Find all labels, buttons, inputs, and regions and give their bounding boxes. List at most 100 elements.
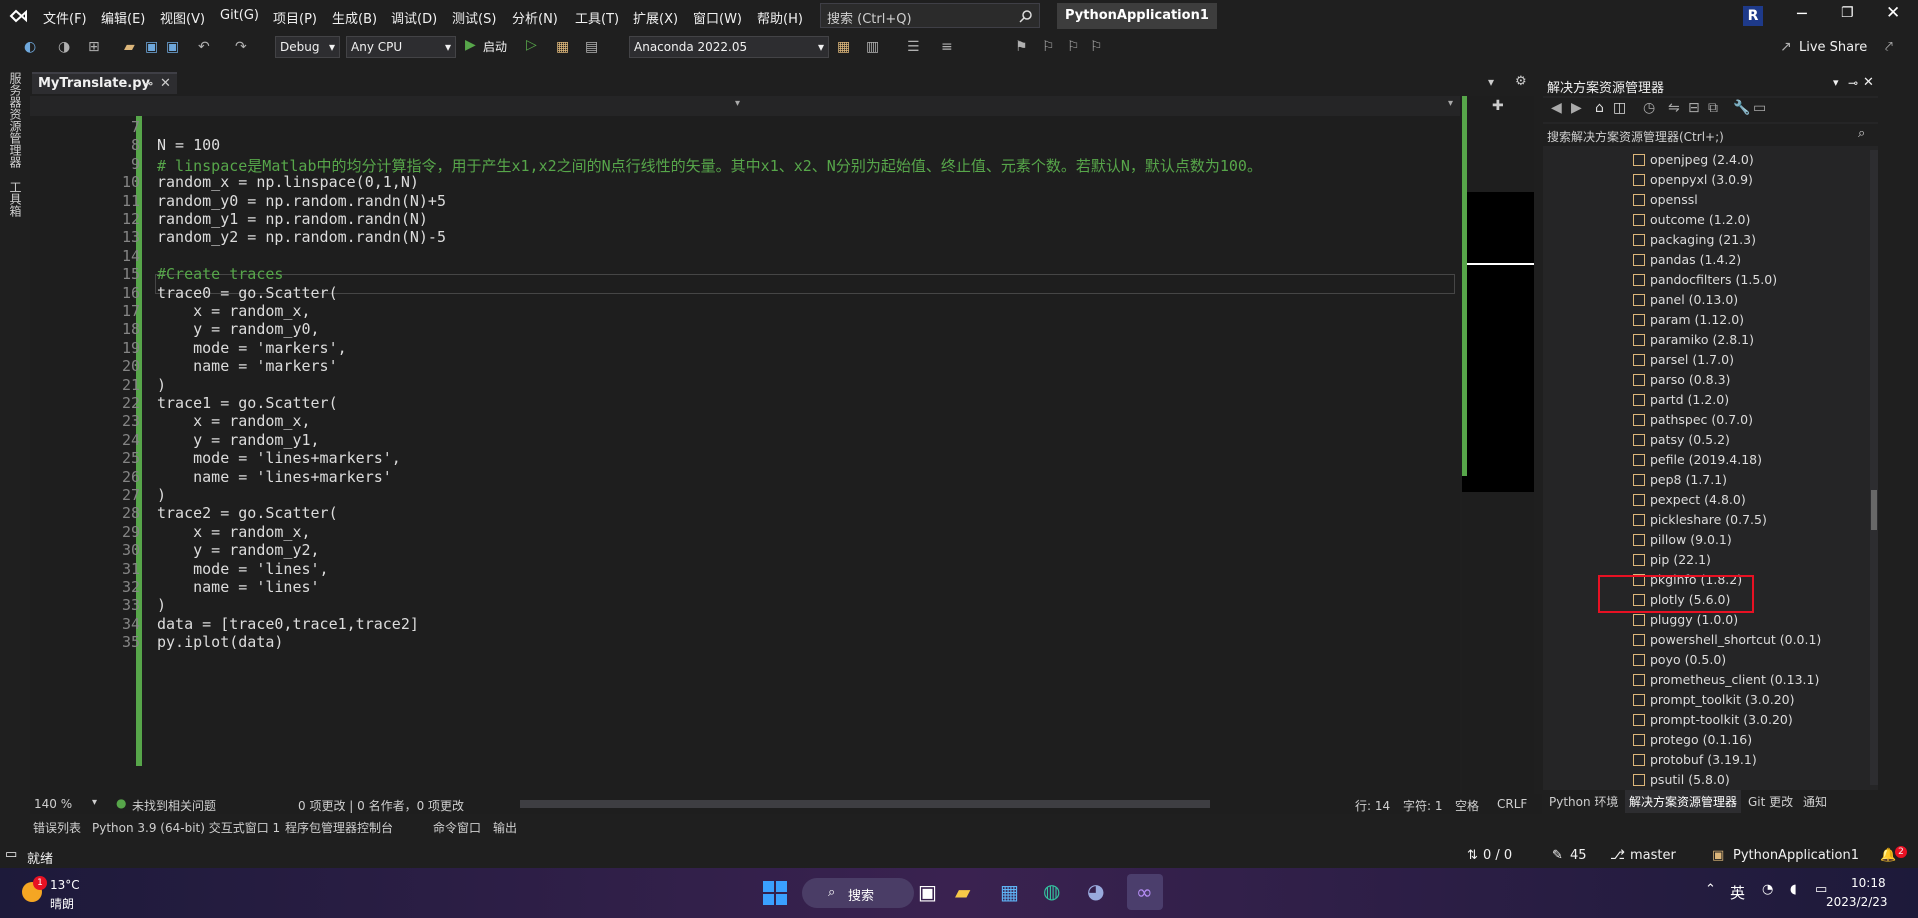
package-item[interactable]: powershell_shortcut (0.0.1) xyxy=(1650,632,1821,647)
tab-command-window[interactable]: 命令窗口 xyxy=(433,819,481,836)
back-icon[interactable]: ◐ xyxy=(24,39,36,55)
tab-overflow-icon[interactable]: ▾ xyxy=(1488,75,1494,89)
code-line[interactable]: random_y0 = np.random.randn(N)+5 xyxy=(157,192,446,210)
code-line[interactable]: mode = 'markers', xyxy=(157,339,347,357)
code-line[interactable]: x = random_x, xyxy=(157,412,310,430)
package-item[interactable]: pexpect (4.8.0) xyxy=(1650,492,1746,507)
package-item[interactable]: openssl xyxy=(1650,192,1698,207)
sync-icon[interactable]: ⇋ xyxy=(1668,100,1680,116)
ime-indicator[interactable]: 英 xyxy=(1730,882,1745,903)
tray-chevron-icon[interactable]: ⌃ xyxy=(1705,882,1716,897)
visual-studio-logo-icon[interactable] xyxy=(9,7,29,25)
package-item[interactable]: panel (0.13.0) xyxy=(1650,292,1738,307)
tab-git-changes[interactable]: Git 更改 xyxy=(1748,793,1793,810)
tab-python-env[interactable]: Python 环境 xyxy=(1549,793,1618,810)
changes-status[interactable]: 0 项更改 | 0 名作者，0 项更改 xyxy=(298,797,464,814)
store-icon[interactable]: ▦ xyxy=(1000,880,1019,904)
code-line[interactable]: y = random_y2, xyxy=(157,541,319,559)
bookmark-icon[interactable]: ⚑ xyxy=(1015,39,1028,55)
package-item[interactable]: pluggy (1.0.0) xyxy=(1650,612,1738,627)
package-item[interactable]: parso (0.8.3) xyxy=(1650,372,1730,387)
package-item[interactable]: poyo (0.5.0) xyxy=(1650,652,1726,667)
clock-date[interactable]: 2023/2/23 xyxy=(1826,895,1888,909)
chevron-down-icon[interactable]: ▾ xyxy=(1833,76,1839,89)
package-item[interactable]: protobuf (3.19.1) xyxy=(1650,752,1757,767)
tab-solution-explorer[interactable]: 解决方案资源管理器 xyxy=(1625,790,1742,813)
python-environment-select[interactable]: Anaconda 2022.05 ▾ xyxy=(629,36,829,58)
package-item[interactable]: parsel (1.7.0) xyxy=(1650,352,1734,367)
pending-changes-count[interactable]: 45 xyxy=(1570,848,1587,863)
tab-interactive-window[interactable]: Python 3.9 (64-bit) 交互式窗口 1 xyxy=(92,819,280,836)
save-all-icon[interactable]: ▣ xyxy=(166,39,179,55)
code-line[interactable]: random_y2 = np.random.randn(N)-5 xyxy=(157,228,446,246)
char-indicator[interactable]: 字符: 1 xyxy=(1403,797,1443,814)
whitespace-indicator[interactable]: 空格 xyxy=(1455,797,1479,814)
package-item[interactable]: pefile (2019.4.18) xyxy=(1650,452,1762,467)
visual-studio-taskbar[interactable]: ∞ xyxy=(1127,874,1163,910)
horizontal-scrollbar[interactable] xyxy=(520,800,1210,808)
comment-icon[interactable]: ☰ xyxy=(907,39,920,55)
package-item[interactable]: paramiko (2.8.1) xyxy=(1650,332,1754,347)
code-line[interactable]: ) xyxy=(157,596,166,614)
minimap-viewport[interactable] xyxy=(1462,192,1534,492)
code-line[interactable]: name = 'markers' xyxy=(157,357,338,375)
package-item[interactable]: partd (1.2.0) xyxy=(1650,392,1729,407)
back-icon[interactable]: ◀ xyxy=(1551,100,1562,116)
push-pull-count[interactable]: 0 / 0 xyxy=(1483,848,1512,863)
taskbar-search[interactable]: ⌕ 搜索 xyxy=(802,878,914,908)
home-icon[interactable]: ⌂ xyxy=(1595,100,1604,116)
package-item[interactable]: prometheus_client (0.13.1) xyxy=(1650,672,1819,687)
code-line[interactable]: N = 100 xyxy=(157,136,220,154)
tab-close-icon[interactable]: ✕ xyxy=(160,74,171,94)
new-project-icon[interactable]: ⊞ xyxy=(88,39,100,55)
menu-edit[interactable]: 编辑(E) xyxy=(101,8,145,27)
menu-view[interactable]: 视图(V) xyxy=(160,8,205,27)
menu-project[interactable]: 项目(P) xyxy=(273,8,317,27)
code-line[interactable]: py.iplot(data) xyxy=(157,633,283,651)
tab-package-manager[interactable]: 程序包管理器控制台 xyxy=(285,819,393,836)
clock-time[interactable]: 10:18 xyxy=(1851,876,1886,890)
settings-icon[interactable]: ⚙ xyxy=(1515,74,1527,89)
code-line[interactable]: name = 'lines' xyxy=(157,578,319,596)
code-line[interactable]: mode = 'lines', xyxy=(157,560,328,578)
chat-icon[interactable]: ◕ xyxy=(1087,879,1104,903)
pin-icon[interactable]: ⊸ xyxy=(1848,76,1858,90)
live-share-icon[interactable]: ↗ xyxy=(1780,39,1792,55)
forward-icon[interactable]: ▶ xyxy=(1571,100,1582,116)
search-input[interactable]: 搜索 (Ctrl+Q) xyxy=(820,3,1040,28)
menu-window[interactable]: 窗口(W) xyxy=(693,8,742,27)
start-button[interactable]: 启动 xyxy=(483,38,507,55)
code-line[interactable]: mode = 'lines+markers', xyxy=(157,449,401,467)
package-item[interactable]: prompt_toolkit (3.0.20) xyxy=(1650,692,1794,707)
platform-select[interactable]: Any CPU ▾ xyxy=(346,36,456,58)
weather-temp[interactable]: 13°C xyxy=(50,878,80,892)
package-item[interactable]: prompt-toolkit (3.0.20) xyxy=(1650,712,1793,727)
package-item[interactable]: openpyxl (3.0.9) xyxy=(1650,172,1753,187)
undo-icon[interactable]: ↶ xyxy=(198,39,210,55)
menu-file[interactable]: 文件(F) xyxy=(43,8,87,27)
server-explorer-tab[interactable]: 服务器资源管理器 xyxy=(7,72,24,168)
properties-icon[interactable]: 🔧 xyxy=(1733,100,1750,116)
code-line[interactable]: trace0 = go.Scatter( xyxy=(157,284,338,302)
bookmark-prev-icon[interactable]: ⚐ xyxy=(1042,39,1055,55)
tab-error-list[interactable]: 错误列表 xyxy=(33,819,81,836)
code-line[interactable]: #Create traces xyxy=(157,265,283,283)
windows-start-icon[interactable] xyxy=(763,881,787,905)
code-line[interactable]: random_y1 = np.random.randn(N) xyxy=(157,210,428,228)
package-item[interactable]: outcome (1.2.0) xyxy=(1650,212,1750,227)
layout-icon[interactable]: ▤ xyxy=(585,39,598,55)
package-item[interactable]: param (1.12.0) xyxy=(1650,312,1744,327)
repo-name[interactable]: PythonApplication1 xyxy=(1733,848,1859,863)
chevron-down-icon[interactable]: ▾ xyxy=(1448,98,1453,109)
network-icon[interactable]: ◔ xyxy=(1762,882,1773,897)
start-icon[interactable]: ▶ xyxy=(465,37,476,53)
issues-status[interactable]: 未找到相关问题 xyxy=(132,797,216,814)
code-line[interactable]: name = 'lines+markers' xyxy=(157,468,392,486)
menu-help[interactable]: 帮助(H) xyxy=(757,8,803,27)
edge-icon[interactable]: ◍ xyxy=(1043,879,1060,903)
code-line[interactable]: ) xyxy=(157,376,166,394)
code-line[interactable]: y = random_y0, xyxy=(157,320,319,338)
zoom-level[interactable]: 140 % xyxy=(34,797,72,811)
bookmark-next-icon[interactable]: ⚐ xyxy=(1067,39,1080,55)
code-line[interactable]: trace1 = go.Scatter( xyxy=(157,394,338,412)
